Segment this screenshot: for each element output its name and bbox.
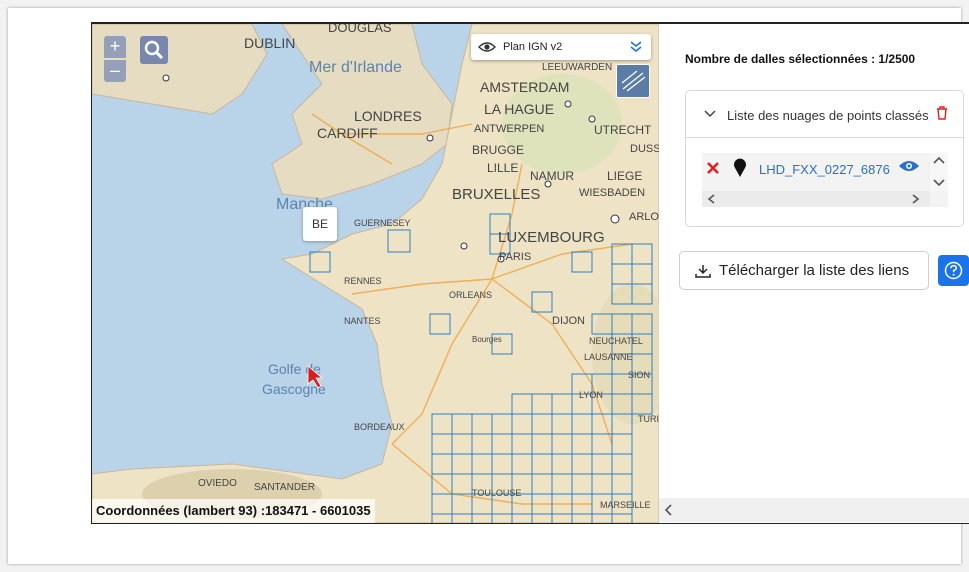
map-label: LAUSANNE [584,352,633,362]
map-label: TOULOUSE [472,488,521,498]
map-label: NANTES [344,316,381,326]
map-label: LYON [579,390,603,400]
coordinates-readout: Coordonnées (lambert 93) :183471 - 66010… [92,499,375,523]
side-panel: Nombre de dalles sélectionnées : 1/2500 … [659,24,969,523]
panel-horizontal-scrollbar[interactable] [659,498,969,522]
map-view[interactable]: DOUGLAS DUBLIN Mer d'Irlande LONDRES CAR… [92,24,659,523]
map-label: UTRECHT [594,123,652,137]
search-icon [144,40,164,60]
close-icon[interactable] [706,161,720,175]
map-label: ORLEANS [449,290,492,300]
chevron-up-icon[interactable] [933,156,945,164]
eye-icon[interactable] [478,40,496,54]
download-icon [695,265,711,278]
layers-icon [621,70,646,92]
map-label: TURI [638,414,659,424]
map-label: DOUGLAS [328,24,392,35]
chevron-left-icon[interactable] [664,504,672,516]
zoom-in-button[interactable]: + [104,36,126,58]
map-label: RENNES [344,276,382,286]
chevron-right-icon[interactable] [912,194,920,204]
map-label: ARLON [629,211,659,223]
map-label: DUSS [630,143,659,155]
map-label: LILLE [487,161,518,175]
map-canvas[interactable]: DOUGLAS DUBLIN Mer d'Irlande LONDRES CAR… [92,24,659,523]
map-label: SANTANDER [254,482,315,493]
layer-name: Plan IGN v2 [503,41,563,53]
help-button[interactable] [938,255,969,286]
app-container: DOUGLAS DUBLIN Mer d'Irlande LONDRES CAR… [91,22,969,524]
map-label: MARSEILLE [600,500,651,510]
download-links-button[interactable]: Télécharger la liste des liens [679,251,929,290]
map-label: DUBLIN [244,35,295,51]
map-label: LEEUWARDEN [542,62,612,73]
question-circle-icon [944,261,963,280]
selection-count: Nombre de dalles sélectionnées : 1/2500 [685,52,916,66]
map-label: ANTWERPEN [474,123,544,135]
point-cloud-link[interactable]: LHD_FXX_0227_6876 [759,162,890,177]
map-label: SION [628,370,650,380]
map-label: Mer d'Irlande [309,59,402,76]
map-label: LUXEMBOURG [498,229,605,246]
map-label: OVIEDO [198,478,237,489]
map-label: CARDIFF [317,125,378,141]
layer-toggle-button[interactable] [616,64,650,98]
chevron-down-icon[interactable] [933,179,945,187]
map-label: PARIS [499,251,531,263]
map-label: NEUCHATEL [589,336,643,346]
map-label: DIJON [552,315,585,327]
map-label: LONDRES [354,108,422,124]
map-label: LA HAGUE [484,101,554,117]
download-label: Télécharger la liste des liens [719,262,910,279]
trash-icon[interactable] [936,106,948,120]
map-label: GUERNESEY [354,218,411,228]
map-label: BORDEAUX [354,422,405,432]
zoom-out-button[interactable]: – [104,60,126,82]
horizontal-scrollbar[interactable] [702,191,930,207]
vertical-scrollbar[interactable] [930,153,948,191]
chevron-down-icon[interactable] [704,109,716,119]
map-label: Bourges [472,335,502,344]
browser-frame: DOUGLAS DUBLIN Mer d'Irlande LONDRES CAR… [8,8,969,564]
map-label: WIESBADEN [579,187,645,199]
eye-icon[interactable] [898,159,920,173]
map-label: NAMUR [530,169,574,183]
map-label: LIEGE [607,169,642,183]
map-label: AMSTERDAM [480,79,569,95]
point-cloud-list-card: Liste des nuages de points classés LHD_F… [685,90,964,227]
map-popup[interactable]: BE [303,207,337,241]
layer-switcher[interactable]: Plan IGN v2 [471,34,651,60]
map-label: BRUGGE [472,143,524,157]
map-label: BRUXELLES [452,186,540,203]
double-chevron-down-icon[interactable] [629,40,643,54]
chevron-left-icon[interactable] [707,194,715,204]
list-title: Liste des nuages de points classés [727,108,929,123]
map-search-button[interactable] [140,36,168,64]
map-pin-icon[interactable] [733,158,747,178]
list-header[interactable]: Liste des nuages de points classés [686,91,963,138]
list-scroll-area[interactable]: LHD_FXX_0227_6876 [702,153,948,207]
